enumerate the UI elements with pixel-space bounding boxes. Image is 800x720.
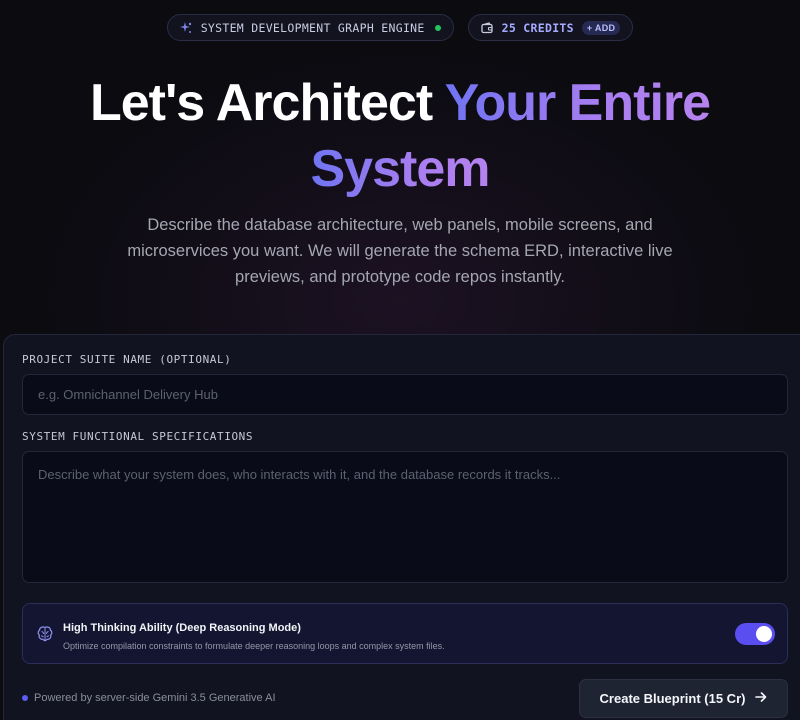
powered-by: Powered by server-side Gemini 3.5 Genera…: [22, 692, 276, 704]
top-bar: SYSTEM DEVELOPMENT GRAPH ENGINE 25 CREDI…: [0, 14, 800, 41]
page-subtitle: Describe the database architecture, web …: [127, 216, 673, 286]
title-white-part: Let's Architect: [89, 74, 445, 132]
deep-reasoning-toggle[interactable]: [735, 623, 775, 645]
deep-reasoning-title: High Thinking Ability (Deep Reasoning Mo…: [63, 622, 301, 634]
credits-label: 25 CREDITS: [501, 20, 574, 35]
project-name-input[interactable]: [22, 374, 788, 415]
title-gradient-line1: Your Entire: [444, 74, 711, 132]
spec-label: SYSTEM FUNCTIONAL SPECIFICATIONS: [22, 430, 254, 443]
sparkle-icon: [179, 21, 192, 34]
status-dot: [434, 24, 441, 31]
credits-badge[interactable]: 25 CREDITS + ADD: [467, 14, 634, 41]
title-gradient-line2: System: [310, 140, 491, 198]
engine-badge: SYSTEM DEVELOPMENT GRAPH ENGINE: [166, 14, 454, 41]
spec-textarea[interactable]: [22, 451, 788, 583]
create-blueprint-button[interactable]: Create Blueprint (15 Cr): [579, 679, 788, 718]
brain-icon: [36, 625, 54, 643]
powered-by-text: Powered by server-side Gemini 3.5 Genera…: [34, 692, 276, 704]
page-title: Let's Architect Your Entire System: [0, 70, 800, 202]
create-blueprint-label: Create Blueprint (15 Cr): [599, 691, 746, 706]
powered-dot: [22, 695, 28, 701]
project-name-label: PROJECT SUITE NAME (OPTIONAL): [22, 353, 232, 366]
engine-label: SYSTEM DEVELOPMENT GRAPH ENGINE: [200, 20, 425, 35]
deep-reasoning-description: Optimize compilation constraints to form…: [63, 641, 445, 651]
wallet-icon: [480, 21, 493, 34]
add-credits-button[interactable]: + ADD: [581, 20, 621, 35]
arrow-right-icon: [755, 691, 767, 706]
deep-reasoning-panel: High Thinking Ability (Deep Reasoning Mo…: [22, 603, 788, 664]
toggle-knob: [756, 626, 772, 642]
